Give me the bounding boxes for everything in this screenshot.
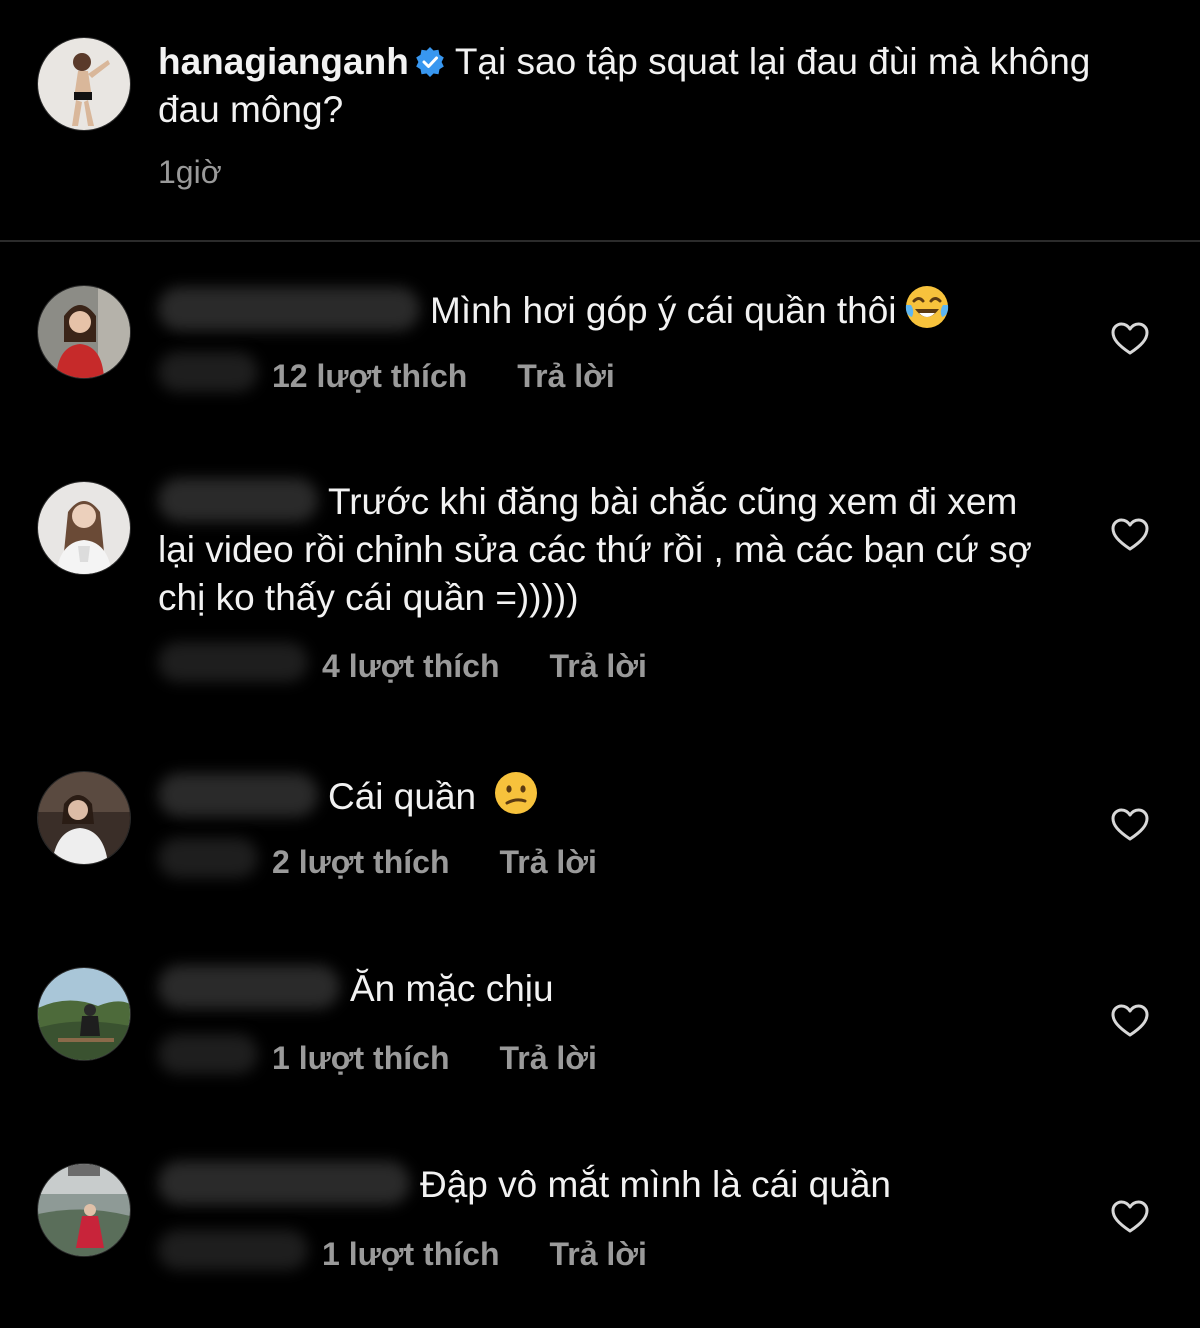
blurred-time	[158, 1034, 258, 1074]
blurred-username	[158, 965, 340, 1010]
comment-text: Đập vô mắt mình là cái quần	[420, 1164, 891, 1205]
post-caption: hanagianganh Tại sao tập squat lại đau đù…	[158, 38, 1138, 134]
blurred-username	[158, 287, 420, 332]
reply-button[interactable]: Trả lời	[549, 648, 646, 685]
comment-body: Trước khi đăng bài chắc cũng xem đi xem …	[158, 478, 1058, 622]
commenter-avatar[interactable]	[38, 772, 130, 864]
reply-button[interactable]: Trả lời	[549, 1236, 646, 1273]
comment-text: Mình hơi góp ý cái quần thôi	[430, 290, 897, 331]
likes-count[interactable]: 2 lượt thích	[272, 844, 449, 881]
heart-icon[interactable]	[1110, 319, 1150, 359]
comment-meta: 12 lượt thích Trả lời	[158, 352, 615, 396]
laughing-tears-emoji	[903, 283, 951, 331]
caption-time: 1giờ	[158, 154, 222, 190]
divider	[0, 240, 1200, 242]
comment-meta: 1 lượt thích Trả lời	[158, 1034, 597, 1078]
reply-button[interactable]: Trả lời	[499, 1040, 596, 1077]
comment-meta: 2 lượt thích Trả lời	[158, 838, 597, 882]
reply-button[interactable]: Trả lời	[517, 358, 614, 395]
owner-username[interactable]: hanagianganh	[158, 41, 409, 82]
blurred-username	[158, 1161, 410, 1206]
commenter-avatar[interactable]	[38, 968, 130, 1060]
blurred-username	[158, 773, 318, 818]
blurred-time	[158, 352, 258, 392]
blurred-username	[158, 478, 318, 523]
likes-count[interactable]: 12 lượt thích	[272, 358, 467, 395]
blurred-time	[158, 838, 258, 878]
commenter-avatar[interactable]	[38, 1164, 130, 1256]
commenter-avatar[interactable]	[38, 482, 130, 574]
comment-body: Đập vô mắt mình là cái quần	[158, 1161, 1058, 1209]
comment-text: Ăn mặc chịu	[350, 968, 554, 1009]
reply-button[interactable]: Trả lời	[499, 844, 596, 881]
verified-badge-icon	[415, 47, 445, 77]
comment-text: Cái quần	[328, 776, 477, 817]
heart-icon[interactable]	[1110, 1197, 1150, 1237]
likes-count[interactable]: 4 lượt thích	[322, 648, 499, 685]
heart-icon[interactable]	[1110, 805, 1150, 845]
comment-meta: 4 lượt thích Trả lời	[158, 642, 647, 686]
likes-count[interactable]: 1 lượt thích	[322, 1236, 499, 1273]
owner-avatar[interactable]	[38, 38, 130, 130]
comment-body: Ăn mặc chịu	[158, 965, 1058, 1013]
blurred-time	[158, 1230, 308, 1270]
comment-body: Cái quần	[158, 769, 1058, 821]
comment-meta: 1 lượt thích Trả lời	[158, 1230, 647, 1274]
commenter-avatar[interactable]	[38, 286, 130, 378]
blurred-time	[158, 642, 308, 682]
heart-icon[interactable]	[1110, 1001, 1150, 1041]
heart-icon[interactable]	[1110, 515, 1150, 555]
likes-count[interactable]: 1 lượt thích	[272, 1040, 449, 1077]
confused-face-emoji	[492, 769, 540, 817]
comment-body: Mình hơi góp ý cái quần thôi	[158, 283, 1058, 335]
